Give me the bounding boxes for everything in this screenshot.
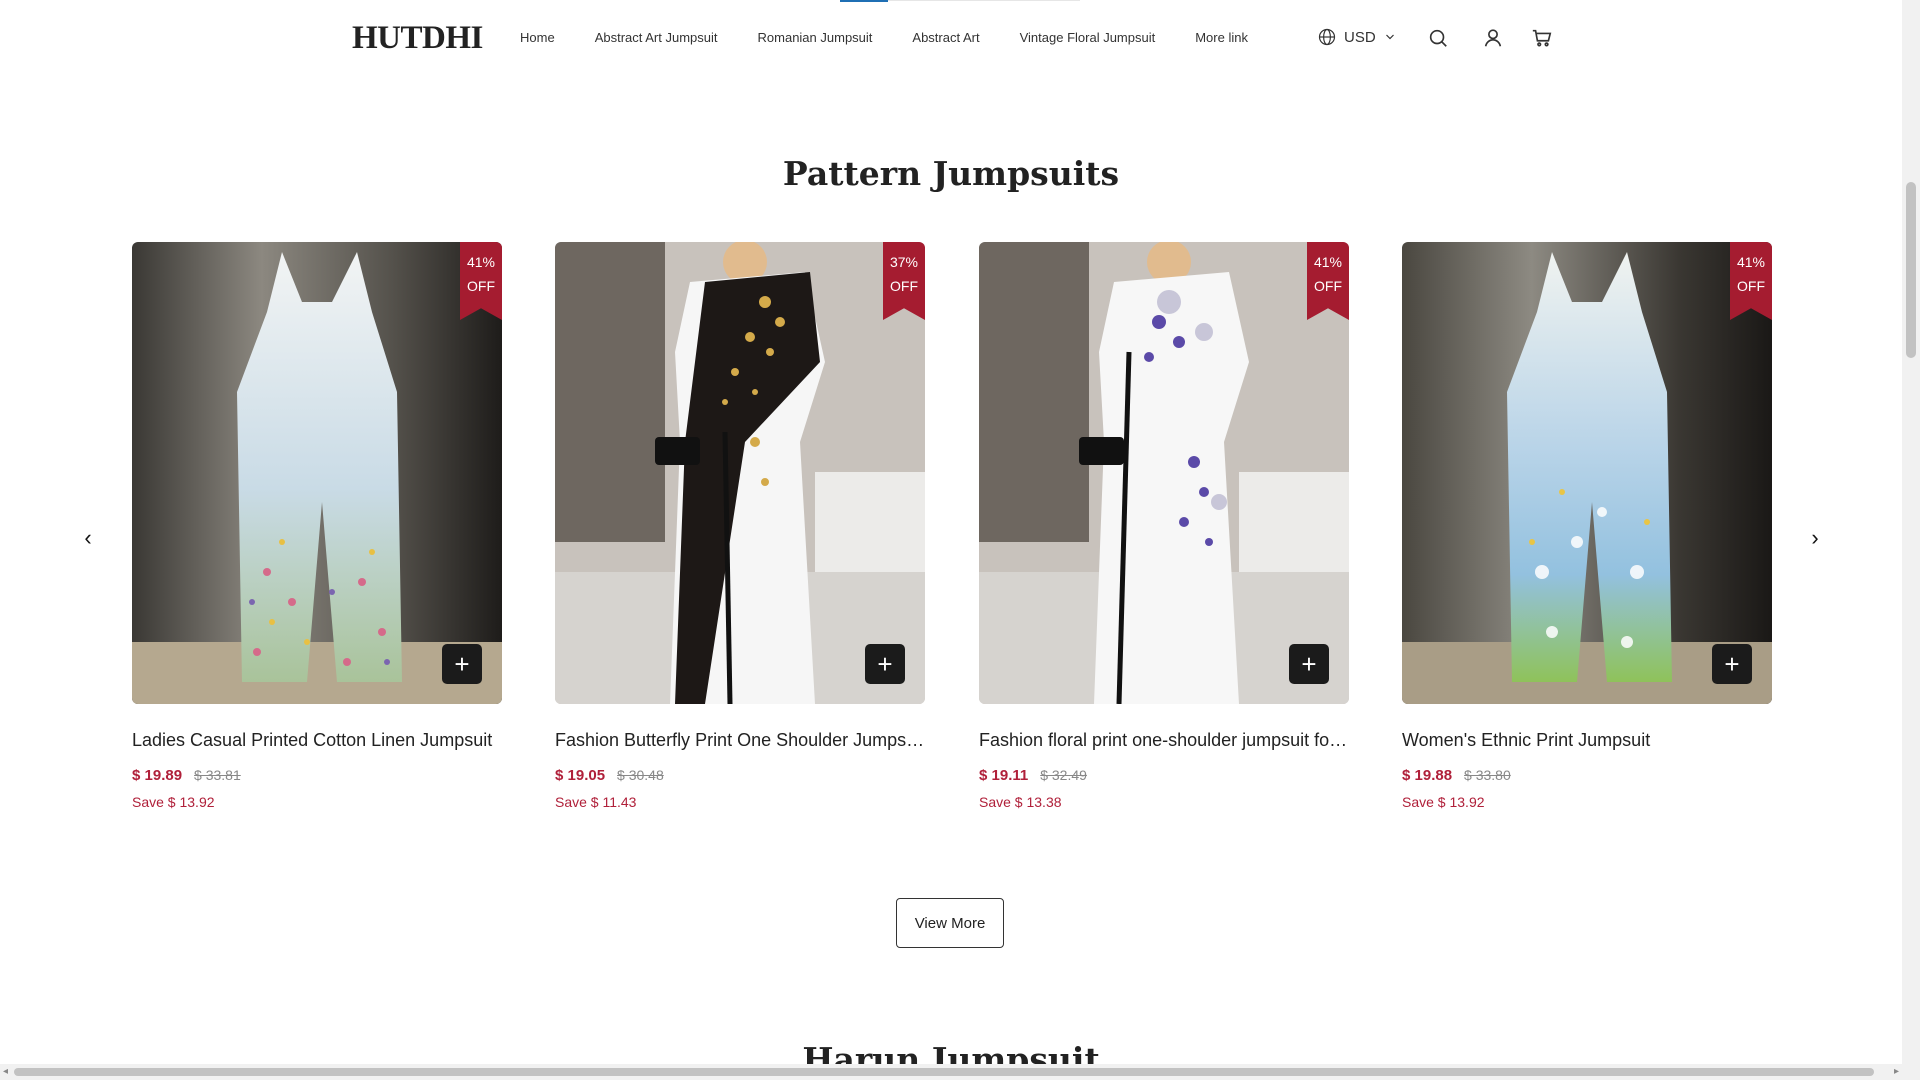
nav-item-abstract-art-jumpsuit[interactable]: Abstract Art Jumpsuit (595, 30, 718, 45)
plus-icon: + (877, 649, 893, 679)
search-icon (1429, 29, 1447, 47)
user-icon (1484, 29, 1502, 47)
vertical-scrollbar[interactable] (1902, 0, 1920, 1080)
add-to-cart-button[interactable]: + (442, 644, 482, 684)
product-price: $ 19.05 (555, 767, 606, 784)
plus-icon: + (454, 649, 470, 679)
chevron-left-icon: ‹ (84, 525, 92, 550)
product-title[interactable]: Fashion Butterfly Print One Shoulder Jum… (555, 730, 925, 751)
cart-icon (1532, 29, 1552, 47)
product-card[interactable]: 41% OFF + Ladies Casual Printed Cotton Li… (132, 242, 502, 810)
cart-button[interactable] (1531, 27, 1553, 49)
product-card[interactable]: 41% OFF + Women's Ethnic Print Jumpsuit $… (1402, 242, 1772, 810)
product-savings: Save $ 13.38 (979, 794, 1062, 810)
site-header: HUTDHI Home Abstract Art Jumpsuit Romani… (0, 0, 1902, 78)
product-card[interactable]: 41% OFF + Fashion floral print one-should… (979, 242, 1349, 810)
chevron-down-icon (1385, 34, 1394, 40)
product-card[interactable]: 37% OFF + Fashion Butterfly Print One Sho… (555, 242, 925, 810)
product-price: $ 19.11 (979, 767, 1029, 784)
globe-icon (1318, 28, 1336, 46)
site-logo[interactable]: HUTDHI (352, 20, 483, 57)
product-old-price: $ 30.48 (617, 767, 664, 783)
nav-item-abstract-art[interactable]: Abstract Art (912, 30, 979, 45)
product-title[interactable]: Ladies Casual Printed Cotton Linen Jumps… (132, 730, 502, 751)
plus-icon: + (1301, 649, 1317, 679)
nav-item-more-link[interactable]: More link (1195, 30, 1248, 45)
nav-item-romanian-jumpsuit[interactable]: Romanian Jumpsuit (758, 30, 873, 45)
add-to-cart-button[interactable]: + (865, 644, 905, 684)
nav-item-home[interactable]: Home (520, 30, 555, 45)
view-more-button[interactable]: View More (896, 898, 1004, 948)
discount-badge: 41% OFF (1730, 242, 1772, 320)
plus-icon: + (1724, 649, 1740, 679)
product-savings: Save $ 13.92 (1402, 794, 1485, 810)
product-image[interactable]: 41% OFF + (132, 242, 502, 704)
product-carousel: ‹ › 41% OFF + Ladies Casual Printed Cott… (0, 242, 1902, 842)
section-title: Pattern Jumpsuits (782, 154, 1120, 193)
product-title[interactable]: Fashion floral print one-shoulder jumpsu… (979, 730, 1349, 751)
product-image[interactable]: 37% OFF + (555, 242, 925, 704)
currency-label: USD (1344, 28, 1376, 46)
carousel-prev-button[interactable]: ‹ (76, 525, 100, 550)
product-image[interactable]: 41% OFF + (979, 242, 1349, 704)
horizontal-scrollbar[interactable]: ◂ ▸ (0, 1064, 1902, 1080)
discount-badge: 41% OFF (1307, 242, 1349, 320)
scrollbar-thumb[interactable] (14, 1068, 1874, 1076)
scroll-right-icon[interactable]: ▸ (1894, 1066, 1899, 1077)
product-price: $ 19.88 (1402, 767, 1453, 784)
add-to-cart-button[interactable]: + (1712, 644, 1752, 684)
carousel-next-button[interactable]: › (1803, 525, 1827, 550)
scroll-left-icon[interactable]: ◂ (3, 1066, 8, 1077)
scrollbar-thumb[interactable] (1906, 182, 1916, 358)
product-savings: Save $ 13.92 (132, 794, 215, 810)
currency-selector[interactable]: USD (1318, 28, 1396, 46)
chevron-right-icon: › (1811, 525, 1819, 550)
discount-badge: 37% OFF (883, 242, 925, 320)
product-savings: Save $ 11.43 (555, 794, 637, 810)
product-old-price: $ 33.80 (1464, 767, 1511, 783)
product-image[interactable]: 41% OFF + (1402, 242, 1772, 704)
product-old-price: $ 32.49 (1040, 767, 1087, 783)
account-button[interactable] (1482, 27, 1504, 49)
product-price: $ 19.89 (132, 767, 183, 784)
search-button[interactable] (1427, 27, 1449, 49)
discount-badge: 41% OFF (460, 242, 502, 320)
product-title[interactable]: Women's Ethnic Print Jumpsuit (1402, 730, 1772, 751)
main-nav: Home Abstract Art Jumpsuit Romanian Jump… (520, 30, 1248, 45)
nav-item-vintage-floral-jumpsuit[interactable]: Vintage Floral Jumpsuit (1020, 30, 1156, 45)
product-old-price: $ 33.81 (194, 767, 241, 783)
add-to-cart-button[interactable]: + (1289, 644, 1329, 684)
